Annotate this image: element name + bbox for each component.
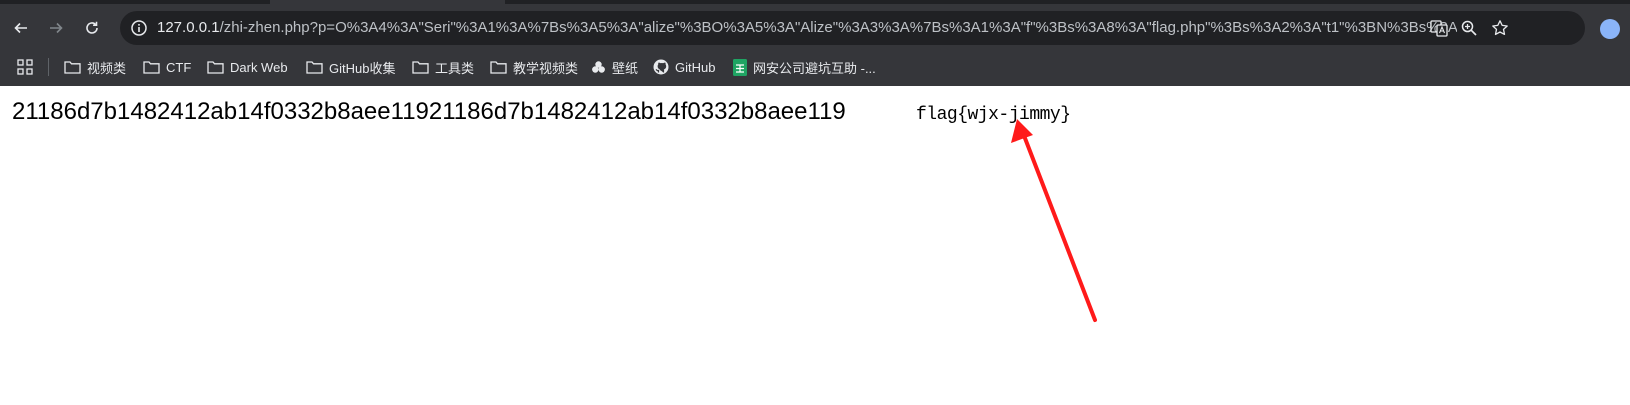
reload-button[interactable] [78, 14, 106, 42]
apps-grid-icon [17, 59, 33, 75]
bookmark-label: 网安公司避坑互助 -... [753, 60, 876, 76]
browser-chrome: 127.0.0.1/zhi-zhen.php?p=O%3A4%3A"Seri"%… [0, 0, 1630, 86]
bookmark-folder-teaching-videos[interactable]: 教学视频类 [490, 55, 578, 79]
bookmark-wallpaper[interactable]: 壁纸 [591, 55, 638, 79]
toolbar: 127.0.0.1/zhi-zhen.php?p=O%3A4%3A"Seri"%… [0, 5, 1630, 51]
zoom-icon [1461, 20, 1477, 36]
folder-icon [306, 61, 323, 74]
folder-icon [64, 61, 81, 74]
translate-button[interactable] [1428, 17, 1450, 39]
url-path: /zhi-zhen.php?p=O%3A4%3A"Seri"%3A1%3A%7B… [219, 19, 1457, 36]
bookmark-folder-dark-web[interactable]: Dark Web [207, 55, 288, 79]
sheets-icon [733, 58, 747, 76]
bookmark-label: 工具类 [435, 60, 475, 76]
bookmark-folder-tools[interactable]: 工具类 [412, 55, 474, 79]
address-bar[interactable]: 127.0.0.1/zhi-zhen.php?p=O%3A4%3A"Seri"%… [120, 11, 1585, 45]
info-icon [131, 20, 147, 36]
star-icon [1492, 20, 1508, 36]
zoom-button[interactable] [1458, 17, 1480, 39]
github-icon [653, 59, 669, 75]
bookmark-label: GitHub [675, 59, 716, 75]
tab-strip-edge [505, 0, 1630, 4]
red-arrow-annotation [1011, 119, 1097, 322]
folder-icon [207, 61, 224, 74]
bookmarks-separator [48, 58, 49, 76]
back-button[interactable] [7, 14, 35, 42]
bookmark-label: GitHub收集 [329, 60, 396, 76]
bookmark-security-community[interactable]: 网安公司避坑互助 -... [733, 55, 876, 79]
page-content: 21186d7b1482412ab14f0332b8aee11921186d7b… [0, 86, 1630, 405]
bookmark-folder-ctf[interactable]: CTF [143, 55, 191, 79]
profile-avatar[interactable] [1600, 19, 1620, 39]
bookmark-github[interactable]: GitHub [653, 55, 715, 79]
clover-icon [592, 60, 605, 73]
translate-icon [1430, 20, 1448, 37]
bookmark-label: Dark Web [230, 59, 288, 75]
bookmark-folder-videos[interactable]: 视频类 [64, 55, 126, 79]
back-arrow-icon [14, 22, 27, 34]
tab-strip-edge [0, 0, 270, 4]
bookmarks-bar: 视频类 CTF Dark Web GitHub收集 工具类 教学视频类 壁纸 G… [0, 51, 1630, 84]
forward-arrow-icon [50, 22, 63, 34]
bookmark-label: 教学视频类 [513, 60, 579, 76]
site-info-button[interactable] [128, 17, 150, 39]
reload-icon [86, 21, 98, 34]
bookmark-star-button[interactable] [1489, 17, 1511, 39]
folder-icon [143, 61, 160, 74]
forward-button[interactable] [42, 14, 70, 42]
folder-icon [490, 61, 507, 74]
bookmark-label: CTF [166, 59, 192, 75]
bookmark-label: 壁纸 [612, 60, 639, 76]
folder-icon [412, 61, 429, 74]
bookmark-folder-github-collection[interactable]: GitHub收集 [306, 55, 395, 79]
apps-button[interactable] [16, 55, 34, 79]
url-text[interactable]: 127.0.0.1/zhi-zhen.php?p=O%3A4%3A"Seri"%… [157, 11, 1457, 45]
url-host: 127.0.0.1 [157, 19, 220, 36]
bookmark-label: 视频类 [87, 60, 127, 76]
